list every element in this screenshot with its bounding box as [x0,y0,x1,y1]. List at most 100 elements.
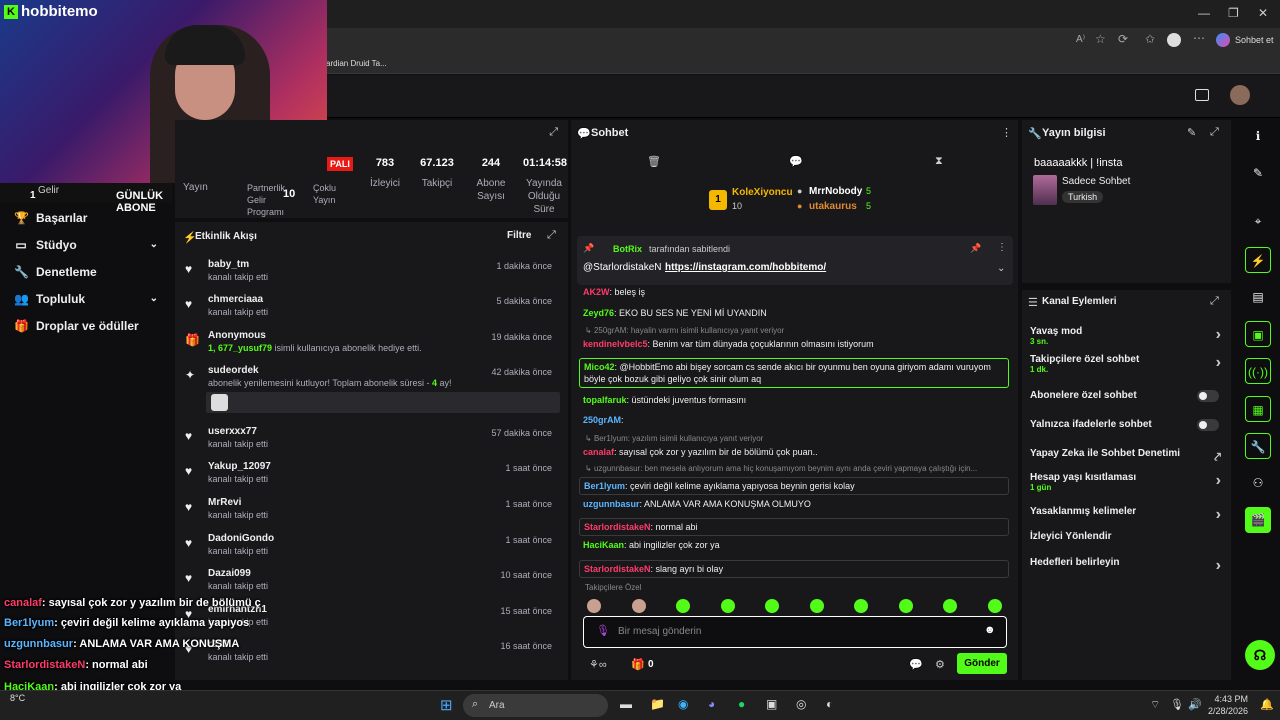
user-avatar[interactable] [1230,85,1250,105]
popout-icon[interactable]: ⤢ [547,229,556,242]
file-explorer-icon[interactable]: 📁 [650,697,665,711]
category-name[interactable]: Sadece Sohbet [1062,176,1130,187]
copilot-icon[interactable] [1216,33,1230,47]
notification-bell-icon[interactable]: 🔔 [1260,698,1274,711]
activity-row[interactable]: ♥ userxxx77 kanalı takip etti 57 dakika önc… [185,426,560,449]
gift-icon[interactable]: 🎁 [631,658,645,671]
broadcast-icon[interactable]: ((·)) [1245,358,1271,384]
activity-row[interactable]: ♥ MrRevi kanalı takip etti 1 saat önce [185,497,560,520]
document-icon[interactable]: ▤ [1245,284,1271,310]
channel-action-item[interactable]: Yalnızca ifadelerle sohbet [1030,419,1225,431]
chat-bubble-icon[interactable]: ▣ [1245,321,1271,347]
microphone-icon[interactable]: 🎙 [596,624,610,637]
trash-icon[interactable]: 🗑 [647,155,661,168]
toggle-switch[interactable] [1197,390,1219,402]
sidebar-item-drops[interactable]: 🎁 Droplar ve ödüller [0,312,172,339]
weather-temp[interactable]: 8°C [10,693,25,703]
pinned-message[interactable]: 📌 BotRix tarafından sabitlendi @Starlord… [577,236,1013,285]
studio-mode-icon[interactable] [1195,89,1209,101]
taskbar-search[interactable]: ⌕ Ara [463,694,608,717]
emote-icon[interactable] [720,599,735,613]
chat-message[interactable]: Zeyd76: EKO BU SES NE YENİ Mİ UYANDIN [583,307,1008,319]
maximize-button[interactable]: ❐ [1228,6,1239,20]
filter-button[interactable]: Filtre [507,230,531,241]
chat-username[interactable]: uzgunnbasur [583,499,640,509]
chat-username[interactable]: Mico42 [584,362,615,372]
refresh-icon[interactable]: ⟳ [1118,32,1128,46]
clip-icon[interactable]: 🎬 [1245,507,1271,533]
bookmark-item[interactable]: ardian Druid Ta... [326,59,387,68]
tab-stream[interactable]: Yayın [183,182,208,193]
chat-username[interactable]: canalaf [583,447,614,457]
toggle-switch[interactable] [1197,419,1219,431]
chat-message[interactable]: StarlordistakeN: slang ayrı bi olay [579,560,1009,578]
settings-gear-icon[interactable]: ⚙ [935,658,945,671]
channel-action-item[interactable]: Takipçilere özel sohbet 1 dk. › [1030,354,1225,374]
windows-start-icon[interactable]: ⊞ [440,696,453,714]
sidebar-item-moderation[interactable]: 🔧 Denetleme [0,258,172,285]
community-icon[interactable]: ⚇ [1245,470,1271,496]
help-support-icon[interactable]: ☊ [1245,640,1275,670]
activity-row[interactable]: ♥ Yakup_12097 kanalı takip etti 1 saat önce [185,461,560,484]
chat-bubble-icon[interactable]: 💬 [909,658,923,671]
chat-message[interactable]: kendinelvbelc5: Benim var tüm dünyada ço… [583,338,1008,350]
favorites-icon[interactable]: ✩ [1145,32,1155,46]
sidebar-item-studio[interactable]: ▭ Stüdyo ⌄ [0,231,172,258]
spotify-icon[interactable]: ● [738,697,745,711]
chat-message[interactable]: Ber1lyum: çeviri değil kelime ayıklama y… [579,477,1009,495]
emote-icon[interactable] [854,599,868,613]
close-button[interactable]: ✕ [1258,6,1268,20]
emote-icon[interactable] [765,599,779,613]
emote-icon[interactable] [987,599,1002,613]
channel-points-icon[interactable]: ⚘∞ [589,658,607,671]
chat-username[interactable]: AK2W [583,287,610,297]
popout-icon[interactable]: ⤢ [1210,295,1219,308]
sidebar-item-community[interactable]: 👥 Topluluk ⌄ [0,285,172,312]
send-button[interactable]: Gönder [957,653,1007,674]
favorite-star-icon[interactable]: ☆ [1095,32,1106,46]
network-icon[interactable]: ⌔ [1150,698,1160,712]
edit-pencil-icon[interactable]: ✎ [1187,126,1196,139]
sidebar-item-revenue[interactable]: Gelir [38,185,59,196]
chat-message[interactable]: AK2W: beleş iş [583,286,1008,298]
chat-message[interactable]: StarlordistakeN: normal abi [579,518,1009,536]
chat-input[interactable]: 🎙 Bir mesaj gönderin ☻ [583,616,1007,648]
chat-message[interactable]: topalfaruk: üstündeki juventus formasını [583,394,1008,406]
microphone-icon[interactable]: 🎙 [1170,698,1184,711]
terminal-icon[interactable]: ▣ [766,697,777,711]
tab-multistream[interactable]: Çoklu Yayın [313,182,347,206]
edge-browser-icon[interactable]: ◉ [678,697,688,711]
profile-avatar[interactable] [1167,33,1181,47]
channel-action-item[interactable]: Hesap yaşı kısıtlaması 1 gün › [1030,472,1225,492]
channel-action-item[interactable]: Yasaklanmış kelimeler › [1030,506,1225,523]
chat-username[interactable]: HaciKaan [583,540,624,550]
chat-message[interactable]: 250grAM: [583,414,1008,426]
gift-recipient[interactable]: 1, 677_yusuf79 [208,343,272,353]
sidebar-item-achievements[interactable]: 🏆 Başarılar [0,204,172,231]
more-menu-icon[interactable]: ⋯ [1193,31,1205,45]
popout-icon[interactable]: ⤢ [549,126,558,139]
chat-reply-context[interactable]: ↳ 250grAM: hayalin varmı isimli kullanıc… [585,326,784,335]
chat-username[interactable]: kendinelvbelc5 [583,339,648,349]
chat-message[interactable]: canalaf: sayısal çok zor y yazılım bir d… [583,446,1008,458]
wrench-icon[interactable]: 🔧 [1245,433,1271,459]
emoji-icon[interactable]: ☻ [984,624,996,636]
chat-mode-icon[interactable]: 💬 [789,155,803,168]
activity-row[interactable]: 🎁 Anonymous 1, 677_yusuf79 isimli kullanıc… [185,330,560,353]
copilot-button[interactable]: Sohbet et [1235,35,1274,45]
chat-username[interactable]: Ber1lyum [584,481,625,491]
task-view-icon[interactable]: ▬ [620,697,632,711]
emote-icon[interactable] [943,599,957,613]
channel-action-item[interactable]: Hedefleri belirleyin › [1030,557,1225,574]
clock-date[interactable]: 2/28/2026 [1204,706,1248,716]
chat-reply-context[interactable]: ↳ uzgunnbasur: ben mesela anlıyorum ama … [585,464,977,473]
pinned-link[interactable]: https://instagram.com/hobbitemo/ [665,262,826,273]
unpin-icon[interactable]: 📌 [970,243,981,254]
emote-icon[interactable] [631,599,646,613]
edit-pencil-icon[interactable]: ✎ [1245,160,1271,186]
channel-action-item[interactable]: Yavaş mod 3 sn. › [1030,326,1225,346]
chat-username[interactable]: StarlordistakeN [584,564,651,574]
speaker-icon[interactable]: 🔊 [1188,698,1202,711]
chat-menu-icon[interactable]: ⋮ [1001,126,1012,139]
emote-icon[interactable] [587,599,601,613]
